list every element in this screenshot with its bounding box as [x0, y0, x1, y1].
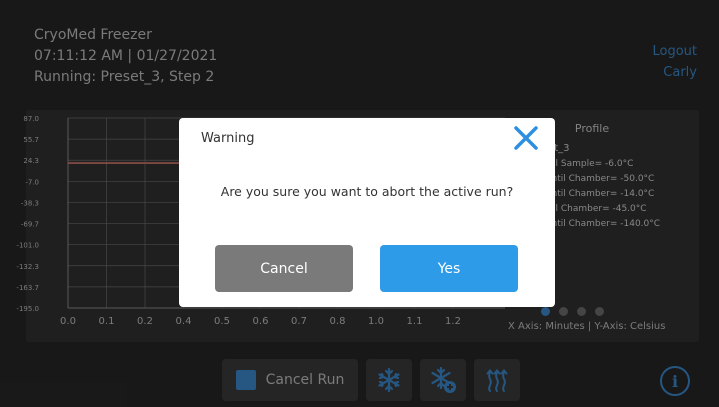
warning-dialog: Warning Are you sure you want to abort t… [179, 118, 555, 307]
dialog-title: Warning [201, 131, 255, 146]
cancel-button[interactable]: Cancel [215, 245, 353, 292]
dialog-message: Are you sure you want to abort the activ… [220, 184, 514, 199]
close-icon[interactable] [513, 125, 539, 151]
yes-button[interactable]: Yes [380, 245, 518, 292]
